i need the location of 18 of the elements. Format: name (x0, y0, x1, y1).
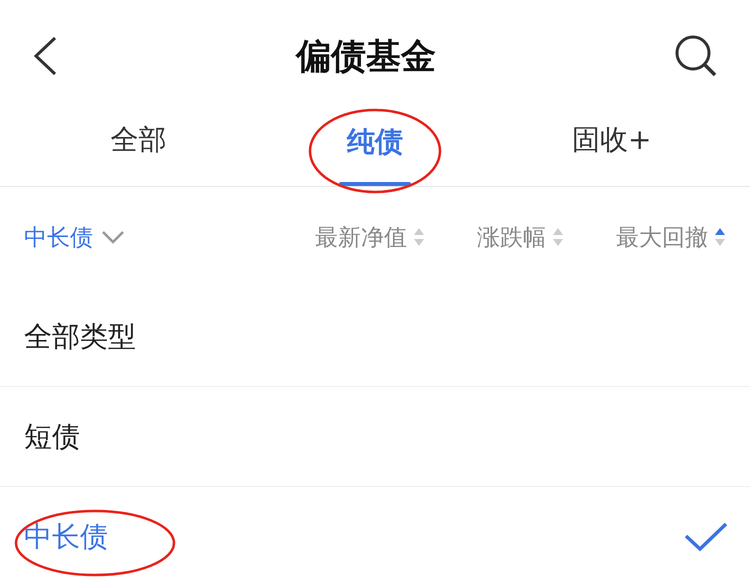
filter-dropdown[interactable]: 中长债 (24, 222, 125, 252)
column-header[interactable]: 最大回撤 (616, 222, 708, 252)
tab[interactable]: 固收+ (566, 112, 658, 186)
check-icon (684, 522, 728, 552)
tab[interactable]: 全部 (104, 112, 172, 186)
option-label: 中长债 (24, 519, 108, 555)
option-label: 短债 (24, 418, 80, 454)
tab-indicator (339, 182, 411, 186)
column-header[interactable]: 涨跌幅 (477, 222, 546, 252)
option-label: 全部类型 (24, 318, 136, 354)
search-icon[interactable] (674, 34, 718, 78)
sort-icon[interactable] (714, 226, 726, 248)
column-header[interactable]: 最新净值 (315, 222, 407, 252)
page-title: 偏债基金 (296, 36, 436, 78)
option-row[interactable]: 全部类型 (0, 287, 750, 387)
back-icon[interactable] (32, 36, 58, 76)
option-row[interactable]: 中长债 (0, 487, 750, 585)
option-row[interactable]: 短债 (0, 387, 750, 487)
